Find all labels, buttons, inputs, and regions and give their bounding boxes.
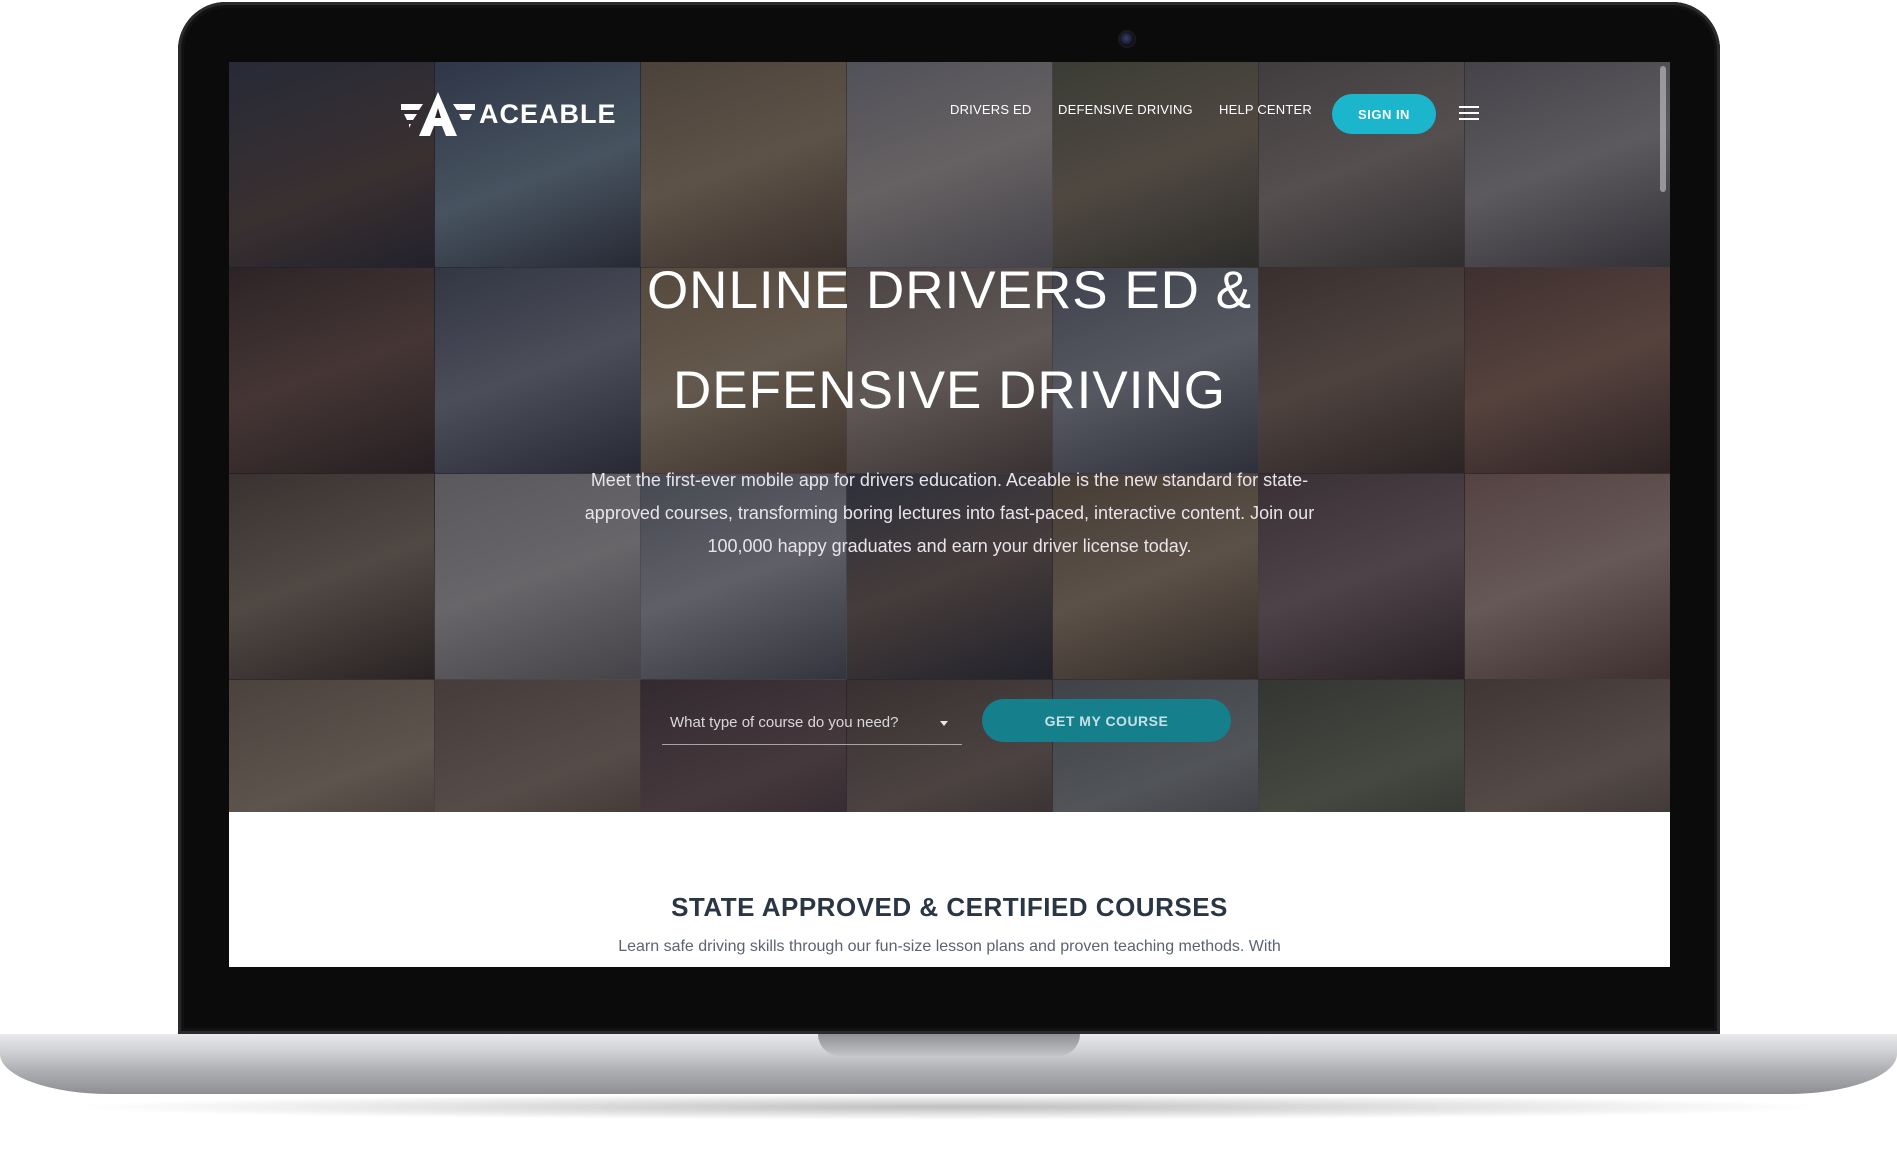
laptop-shadow (60, 1094, 1837, 1120)
hero-section: ACEABLE DRIVERS ED DEFENSIVE DRIVING HEL… (229, 62, 1670, 812)
hero-title-line1: ONLINE DRIVERS ED & (646, 261, 1253, 320)
camera-icon (1120, 32, 1134, 46)
nav-link-defensive-driving[interactable]: DEFENSIVE DRIVING (1058, 102, 1193, 117)
hero-subtitle-line: approved courses, transforming boring le… (584, 503, 1315, 523)
logo-text: ACEABLE (479, 98, 617, 129)
course-type-select-value: What type of course do you need? (670, 714, 899, 731)
laptop-base-notch (818, 1034, 1080, 1056)
nav-link-drivers-ed[interactable]: DRIVERS ED (950, 102, 1031, 117)
hero-subtitle: Meet the first-ever mobile app for drive… (529, 464, 1370, 563)
section-title: STATE APPROVED & CERTIFIED COURSES (671, 892, 1228, 922)
hero-overlay (229, 62, 1670, 812)
hero-title-line2: DEFENSIVE DRIVING (673, 361, 1226, 420)
caret-down-icon (940, 721, 948, 726)
course-type-select[interactable]: What type of course do you need? (662, 704, 962, 745)
get-my-course-button[interactable]: GET MY COURSE (982, 699, 1231, 742)
courses-section: STATE APPROVED & CERTIFIED COURSES Learn… (229, 812, 1670, 967)
hero-subtitle-line: Meet the first-ever mobile app for drive… (590, 470, 1309, 490)
aceable-logo-mark-icon (401, 92, 475, 136)
hamburger-menu-icon[interactable] (1459, 106, 1479, 122)
section-text: Learn safe driving skills through our fu… (618, 938, 1281, 955)
hero-subtitle-line: 100,000 happy graduates and earn your dr… (707, 536, 1192, 556)
browser-viewport: ACEABLE DRIVERS ED DEFENSIVE DRIVING HEL… (229, 62, 1670, 967)
nav-link-help-center[interactable]: HELP CENTER (1219, 102, 1312, 117)
aceable-logo[interactable]: ACEABLE (401, 90, 617, 138)
scrollbar[interactable] (1660, 66, 1666, 192)
sign-in-button[interactable]: SIGN IN (1332, 94, 1436, 134)
